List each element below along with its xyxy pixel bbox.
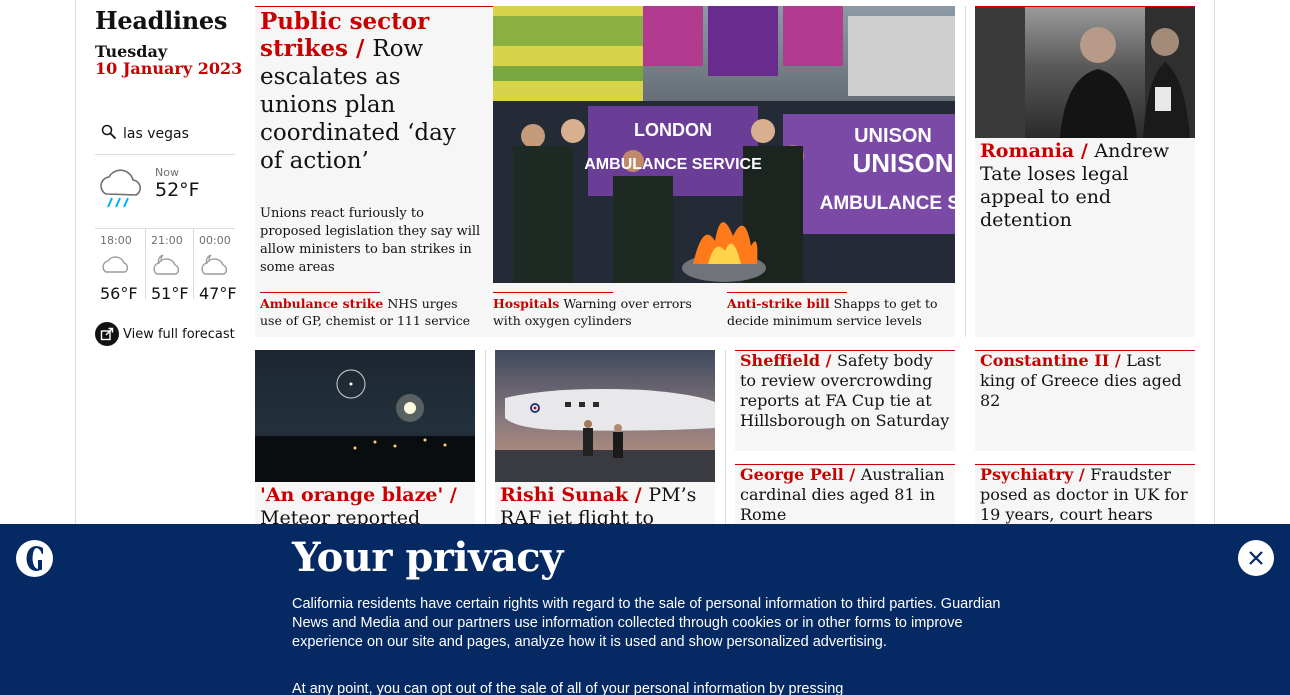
forecast-time: 00:00	[199, 234, 231, 247]
court-photo	[975, 7, 1195, 138]
rain-cloud-icon	[100, 169, 141, 208]
forecast-slot: 18:00 56°F	[95, 229, 145, 311]
cloud-icon	[102, 256, 129, 273]
close-icon	[1249, 551, 1263, 565]
banner-text: LONDON	[634, 120, 712, 140]
strike-photo: LONDON UNISON AMBULANCE SERVICE UNISON A…	[493, 6, 955, 283]
banner-text: AMBULANCE SER	[820, 193, 955, 214]
privacy-title: Your privacy	[292, 534, 563, 581]
story-image-romania[interactable]	[975, 7, 1195, 138]
weather-now-temp: 52°F	[155, 179, 200, 201]
forecast-link-label: View full forecast	[123, 326, 235, 342]
night-sky-photo	[255, 369, 475, 482]
sublink-rule	[727, 292, 847, 293]
banner-text: AMBULANCE SERVICE	[584, 156, 762, 173]
sublink-kicker: Ambulance strike	[260, 296, 384, 311]
story-headline-pell[interactable]: George Pell / Australian cardinal dies a…	[740, 465, 950, 525]
sublink-kicker: Anti-strike bill	[727, 296, 830, 311]
sublink-hospitals[interactable]: Hospitals Warning over errors with oxyge…	[493, 295, 715, 329]
moon-cloud-icon	[153, 254, 180, 275]
story-kicker: Constantine II /	[980, 351, 1121, 370]
sublink-anti-strike-bill[interactable]: Anti-strike bill Shapps to get to decide…	[727, 295, 949, 329]
forecast-temp: 56°F	[100, 284, 138, 303]
story-kicker: Romania /	[980, 140, 1088, 162]
banner-text: UNISON	[854, 125, 932, 147]
banner-text: UNISON	[852, 148, 953, 178]
column-divider	[965, 6, 966, 337]
story-headline-psychiatry[interactable]: Psychiatry / Fraudster posed as doctor i…	[980, 465, 1190, 525]
forecast-slot: 21:00 51°F	[146, 229, 194, 311]
story-headline-romania[interactable]: Romania / Andrew Tate loses legal appeal…	[980, 140, 1190, 232]
sublink-kicker: Hospitals	[493, 296, 560, 311]
story-kicker: Sheffield /	[740, 351, 832, 370]
weather-now-label: Now	[155, 166, 179, 179]
story-kicker: 'An orange blaze' /	[260, 484, 457, 506]
column-divider	[725, 350, 726, 524]
story-image-sunak[interactable]	[495, 350, 715, 482]
sublink-ambulance-strike[interactable]: Ambulance strike NHS urges use of GP, ch…	[260, 295, 482, 329]
section-date: 10 January 2023	[95, 59, 243, 78]
privacy-banner: Your privacy California residents have c…	[0, 524, 1290, 695]
sublink-rule	[493, 292, 613, 293]
story-headline-sheffield[interactable]: Sheffield / Safety body to review overcr…	[740, 351, 950, 431]
lead-image[interactable]: LONDON UNISON AMBULANCE SERVICE UNISON A…	[493, 6, 955, 283]
search-input[interactable]: las vegas	[123, 126, 189, 142]
privacy-body: California residents have certain rights…	[292, 596, 1001, 650]
forecast-slot: 00:00 47°F	[194, 229, 237, 311]
story-kicker: Rishi Sunak /	[500, 484, 642, 506]
privacy-body-continued: At any point, you can opt out of the sal…	[292, 681, 844, 695]
section-title: Headlines	[95, 6, 228, 35]
external-link-icon	[95, 322, 119, 346]
view-full-forecast-link[interactable]: View full forecast	[95, 321, 235, 347]
forecast-temp: 51°F	[151, 284, 189, 303]
story-headline-constantine[interactable]: Constantine II / Last king of Greece die…	[980, 351, 1190, 411]
story-image-meteor[interactable]	[255, 350, 475, 482]
forecast-time: 21:00	[151, 234, 183, 247]
search-icon	[101, 124, 117, 140]
lead-headline[interactable]: Public sector strikes / Row escalates as…	[260, 8, 482, 175]
guardian-logo-icon	[16, 540, 53, 577]
lead-standfirst: Unions react furiously to proposed legis…	[260, 206, 481, 275]
story-kicker: Psychiatry /	[980, 465, 1085, 484]
story-kicker: George Pell /	[740, 465, 856, 484]
location-search[interactable]: las vegas	[95, 118, 235, 155]
forecast-temp: 47°F	[199, 284, 237, 303]
moon-cloud-icon	[201, 254, 228, 275]
sublink-rule	[260, 292, 380, 293]
close-button[interactable]	[1238, 540, 1274, 576]
hourly-forecast: 18:00 56°F 21:00 51°F 00:00 47°F	[95, 228, 237, 311]
jet-photo	[495, 389, 715, 482]
column-divider	[485, 350, 486, 524]
forecast-time: 18:00	[100, 234, 132, 247]
